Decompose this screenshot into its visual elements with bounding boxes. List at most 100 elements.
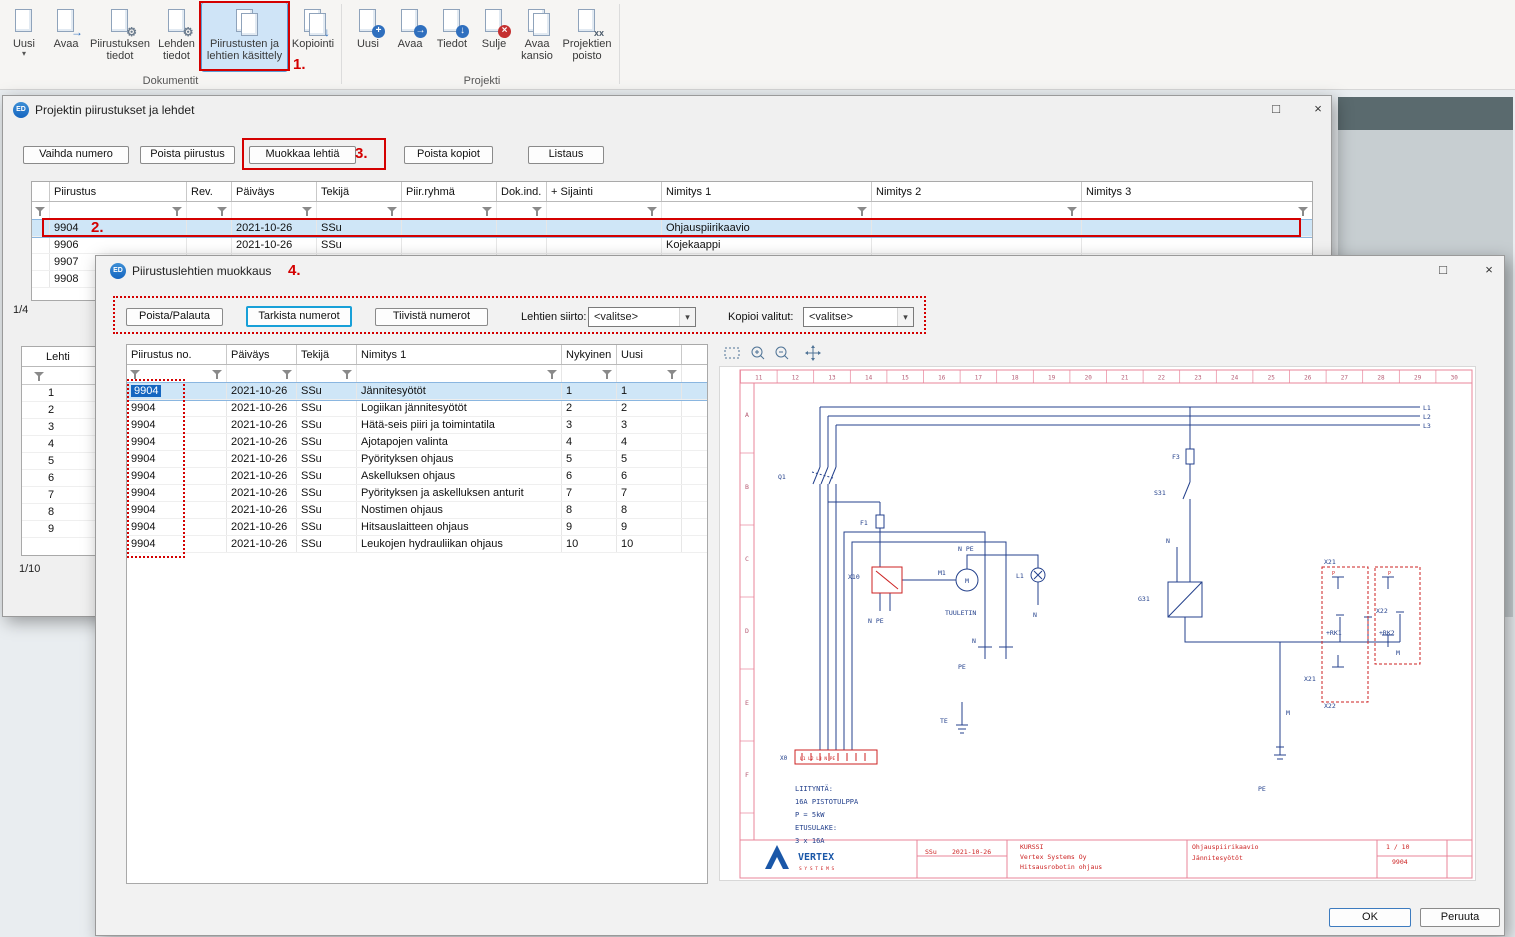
column-header[interactable]: Nimitys 2: [872, 182, 1082, 201]
ribbon-button-manage-drawings-sheets[interactable]: Piirustusten ja lehtien käsittely: [201, 2, 288, 72]
column-header[interactable]: Piir.ryhmä: [402, 182, 497, 201]
column-header[interactable]: Tekijä: [297, 345, 357, 364]
maximize-icon[interactable]: □: [1259, 99, 1293, 120]
ribbon-button-project-info[interactable]: ↓ Tiedot: [432, 2, 472, 72]
filter-icon[interactable]: [1067, 206, 1078, 216]
svg-text:TUULETIN: TUULETIN: [945, 609, 976, 617]
sheet-move-label: Lehtien siirto:: [521, 311, 586, 323]
close-icon[interactable]: ×: [1301, 99, 1335, 120]
svg-text:N: N: [1166, 537, 1170, 545]
table-row[interactable]: 9904 2021-10-26 SSu Jännitesyötöt 1 1: [127, 383, 707, 400]
compact-numbers-button[interactable]: Tiivistä numerot: [375, 308, 488, 326]
table-row[interactable]: 9904 2021-10-26 SSu Ohjauspiirikaavio: [32, 220, 1312, 237]
table-row[interactable]: 9904 2021-10-26 SSu Pyörityksen ja askel…: [127, 485, 707, 502]
ribbon-button-drawing-info[interactable]: ⚙ Piirustuksen tiedot: [88, 2, 152, 72]
dialog-sheet-edit: ED Piirustuslehtien muokkaus 4. □ × Pois…: [95, 255, 1505, 936]
svg-text:F3: F3: [1172, 453, 1180, 461]
filter-icon[interactable]: [302, 206, 313, 216]
column-header[interactable]: Rev.: [187, 182, 232, 201]
maximize-icon[interactable]: □: [1426, 260, 1460, 281]
filter-icon[interactable]: [130, 369, 141, 379]
table-row[interactable]: 9904 2021-10-26 SSu Hätä-seis piiri ja t…: [127, 417, 707, 434]
filter-icon[interactable]: [647, 206, 658, 216]
filter-icon[interactable]: [217, 206, 228, 216]
cell-no-editing: 9904: [131, 385, 161, 397]
change-number-button[interactable]: Vaihda numero: [23, 146, 129, 164]
delete-restore-button[interactable]: Poista/Palauta: [126, 308, 223, 326]
column-header[interactable]: Päiväys: [232, 182, 317, 201]
cancel-button[interactable]: Peruuta: [1420, 908, 1500, 927]
filter-icon[interactable]: [282, 369, 293, 379]
table-row[interactable]: 9904 2021-10-26 SSu Leukojen hydrauliika…: [127, 536, 707, 553]
column-header[interactable]: Dok.ind.: [497, 182, 547, 201]
cell-paivays: 2021-10-26: [227, 451, 297, 467]
delete-copies-button[interactable]: Poista kopiot: [404, 146, 493, 164]
table-row[interactable]: 9904 2021-10-26 SSu Askelluksen ohjaus 6…: [127, 468, 707, 485]
zoom-in-icon[interactable]: [749, 344, 769, 362]
close-icon[interactable]: ×: [1472, 260, 1506, 281]
table-row[interactable]: 9904 2021-10-26 SSu Pyörityksen ohjaus 5…: [127, 451, 707, 468]
zoom-window-icon[interactable]: [723, 344, 743, 362]
column-header[interactable]: Nykyinen: [562, 345, 617, 364]
filter-icon[interactable]: [342, 369, 353, 379]
column-header[interactable]: Päiväys: [227, 345, 297, 364]
ribbon-button-open-project[interactable]: → Avaa: [390, 2, 430, 72]
table-row[interactable]: 9904 2021-10-26 SSu Hitsauslaitteen ohja…: [127, 519, 707, 536]
column-header[interactable]: Nimitys 1: [357, 345, 562, 364]
ribbon-button-open-document[interactable]: → Avaa: [46, 2, 86, 72]
cell-nimitys: Nostimen ohjaus: [357, 502, 562, 518]
sheets-pager: 1/10: [19, 563, 40, 575]
sheet-move-select[interactable]: <valitse> ▾: [588, 307, 696, 327]
filter-icon[interactable]: [172, 206, 183, 216]
cell-nimitys: Hitsauslaitteen ohjaus: [357, 519, 562, 535]
check-numbers-button[interactable]: Tarkista numerot: [246, 306, 352, 327]
drawing-preview[interactable]: 1112131415161718192021222324252627282930…: [719, 366, 1476, 881]
svg-text:S31: S31: [1154, 489, 1166, 497]
ribbon-button-delete-projects[interactable]: xx Projektien poisto: [560, 2, 614, 72]
listing-button[interactable]: Listaus: [528, 146, 604, 164]
filter-icon[interactable]: [602, 369, 613, 379]
cell-nykyinen: 7: [562, 485, 617, 501]
table-row[interactable]: 9904 2021-10-26 SSu Logiikan jännitesyöt…: [127, 400, 707, 417]
filter-icon[interactable]: [857, 206, 868, 216]
table-row[interactable]: 9904 2021-10-26 SSu Nostimen ohjaus 8 8: [127, 502, 707, 519]
svg-text:N: N: [1033, 611, 1037, 619]
ok-button[interactable]: OK: [1329, 908, 1411, 927]
filter-icon[interactable]: [482, 206, 493, 216]
filter-icon[interactable]: [547, 369, 558, 379]
cell-tekija: SSu: [317, 220, 402, 236]
filter-icon[interactable]: [387, 206, 398, 216]
filter-icon[interactable]: [212, 369, 223, 379]
zoom-out-icon[interactable]: [773, 344, 793, 362]
ribbon-button-new-document[interactable]: Uusi ▾: [4, 2, 44, 72]
svg-text:N: N: [972, 637, 976, 645]
delete-drawing-button[interactable]: Poista piirustus: [140, 146, 235, 164]
table-row[interactable]: 9904 2021-10-26 SSu Ajotapojen valinta 4…: [127, 434, 707, 451]
column-header[interactable]: Tekijä: [317, 182, 402, 201]
table-row[interactable]: 9906 2021-10-26 SSu Kojekaappi: [32, 237, 1312, 254]
cell-tekija: SSu: [297, 485, 357, 501]
ribbon-button-sheet-info[interactable]: ⚙ Lehden tiedot: [153, 2, 200, 72]
column-header[interactable]: Nimitys 1: [662, 182, 872, 201]
filter-icon[interactable]: [35, 206, 46, 216]
column-header[interactable]: Piirustus: [50, 182, 187, 201]
filter-icon[interactable]: [667, 369, 678, 379]
ribbon-group-separator: [341, 4, 342, 84]
filter-icon[interactable]: [532, 206, 543, 216]
cell-nykyinen: 3: [562, 417, 617, 433]
cell-paivays: 2021-10-26: [232, 237, 317, 253]
ribbon-button-close-project[interactable]: × Sulje: [474, 2, 514, 72]
column-header[interactable]: Piirustus no.: [127, 345, 227, 364]
filter-icon[interactable]: [1298, 206, 1309, 216]
ribbon-button-open-folder[interactable]: Avaa kansio: [515, 2, 559, 72]
column-header[interactable]: Nimitys 3: [1082, 182, 1312, 201]
column-header[interactable]: Uusi: [617, 345, 682, 364]
filter-icon[interactable]: [34, 371, 45, 381]
column-header[interactable]: + Sijainti: [547, 182, 662, 201]
pan-icon[interactable]: [803, 344, 823, 362]
copy-selected-select[interactable]: <valitse> ▾: [803, 307, 914, 327]
edit-sheets-button[interactable]: Muokkaa lehtiä: [249, 146, 356, 164]
ribbon-button-new-project[interactable]: + Uusi: [348, 2, 388, 72]
cell-tekija: SSu: [297, 417, 357, 433]
close-project-icon: ×: [477, 6, 511, 37]
